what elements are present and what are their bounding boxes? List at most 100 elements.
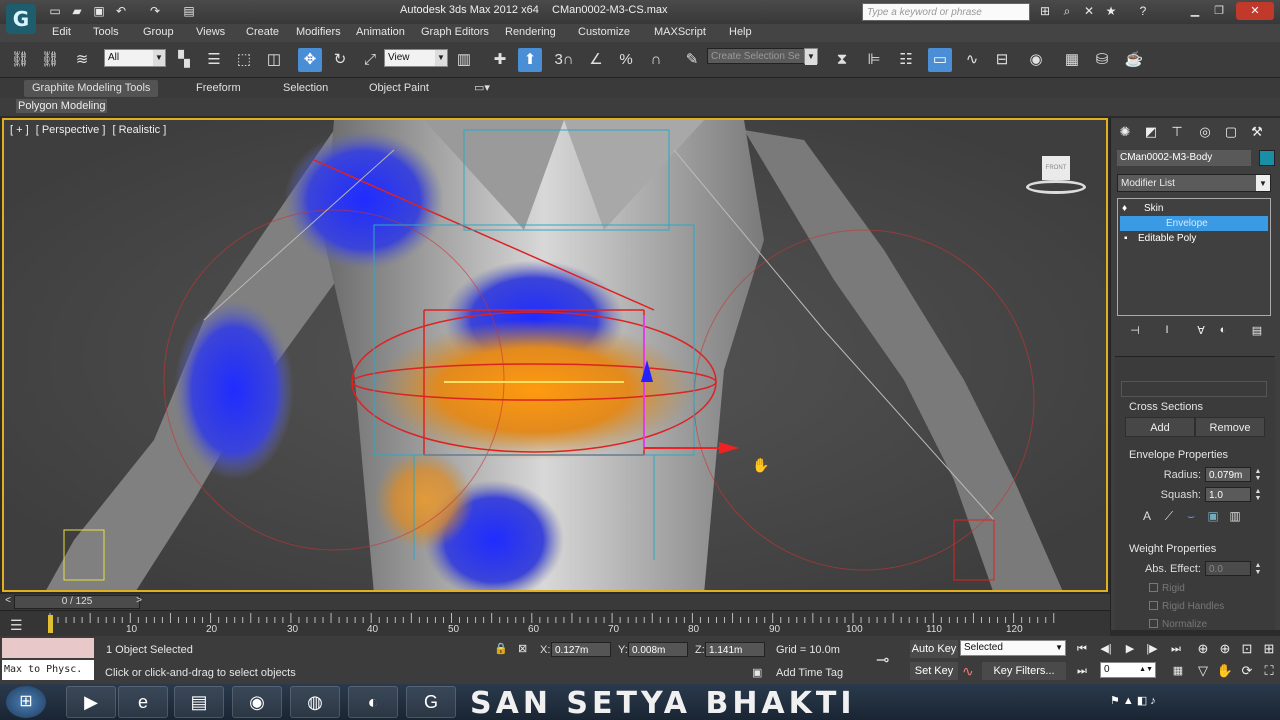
modifier-list-dropdown[interactable]: Modifier List ▼ <box>1117 174 1271 192</box>
remove-cross-section-button[interactable]: Remove <box>1195 417 1265 437</box>
open-file-icon[interactable]: ▰ <box>68 3 86 19</box>
scale-icon[interactable]: ⤢ <box>358 48 382 72</box>
zoom-extents-all-icon[interactable]: ⊞ <box>1260 640 1278 658</box>
falloff-icon[interactable]: ⌣ <box>1183 509 1199 525</box>
chat-app-icon[interactable]: ◐ <box>348 686 398 718</box>
3ds-max-taskbar-icon[interactable]: G <box>406 686 456 718</box>
select-by-name-icon[interactable]: ☰ <box>202 48 226 72</box>
radius-spinner[interactable]: 0.079m ▲ ▼ <box>1205 467 1261 482</box>
menu-edit[interactable]: Edit <box>52 26 71 38</box>
paste-envelope-icon[interactable]: ▥ <box>1227 509 1243 525</box>
default-tangent-icon[interactable]: ∿ <box>962 663 974 680</box>
current-frame-field[interactable]: 0 ▲▼ <box>1100 662 1156 678</box>
motion-tab-icon[interactable]: ◎ <box>1195 122 1215 142</box>
next-frame-button-icon[interactable]: |▶ <box>1142 640 1162 658</box>
maximize-viewport-icon[interactable]: ⛶ <box>1260 662 1278 680</box>
stack-item-skin[interactable]: ♦ Skin <box>1120 201 1268 216</box>
stack-item-envelope[interactable]: Envelope <box>1120 216 1268 231</box>
move-icon[interactable]: ✥ <box>298 48 322 72</box>
z-coordinate-field[interactable]: 1.141m <box>705 642 765 657</box>
hierarchy-tab-icon[interactable]: ⊤ <box>1167 122 1187 142</box>
add-cross-section-button[interactable]: Add <box>1125 417 1195 437</box>
layer-manager-icon[interactable]: ☷ <box>894 48 918 72</box>
angle-snap-icon[interactable]: ∠ <box>584 48 608 72</box>
pivot-center-icon[interactable]: ▥ <box>452 48 476 72</box>
menu-create[interactable]: Create <box>246 26 279 38</box>
spinner-arrows-icon[interactable]: ▲ ▼ <box>1252 562 1264 577</box>
menu-maxscript[interactable]: MAXScript <box>654 26 706 38</box>
redo-icon[interactable]: ↷ <box>146 3 164 19</box>
viewport-label[interactable]: [ + ] [ Perspective ] [ Realistic ] <box>10 124 170 136</box>
tab-object-paint[interactable]: Object Paint <box>361 80 437 97</box>
tab-freeform[interactable]: Freeform <box>188 80 249 97</box>
zoom-all-icon[interactable]: ⊕ <box>1216 640 1234 658</box>
restore-icon[interactable]: ❐ <box>1208 2 1230 20</box>
squash-spinner[interactable]: 1.0 ▲ ▼ <box>1205 487 1261 502</box>
select-object-icon[interactable]: ▚ <box>172 48 196 72</box>
start-button-icon[interactable]: ⊞ <box>6 686 46 718</box>
media-player-icon[interactable]: ▶ <box>66 686 116 718</box>
time-tag-icon[interactable]: ▣ <box>752 666 762 679</box>
file-explorer-icon[interactable]: ▤ <box>174 686 224 718</box>
absolute-mode-icon[interactable]: ⊠ <box>518 642 527 655</box>
key-icon[interactable]: ⊸ <box>876 650 889 670</box>
menu-modifiers[interactable]: Modifiers <box>296 26 341 38</box>
help-icon[interactable]: ? <box>1134 3 1152 19</box>
chrome-icon[interactable]: ◉ <box>232 686 282 718</box>
show-end-result-icon[interactable]: I <box>1159 324 1175 340</box>
previous-frame-icon[interactable]: ◀| <box>1096 640 1116 658</box>
tray-icons[interactable]: ⚑ ▲ ◧ ♪ <box>1110 694 1156 707</box>
polygon-modeling-panel[interactable]: Polygon Modeling <box>16 99 108 113</box>
object-color-swatch[interactable] <box>1259 150 1275 166</box>
next-frame-icon[interactable]: > <box>133 595 145 606</box>
viewport-pov[interactable]: [ Perspective ] <box>36 124 106 136</box>
modify-tab-icon[interactable]: ◩ <box>1141 122 1161 142</box>
go-to-end-icon[interactable]: ⏭ <box>1166 640 1186 658</box>
ref-coord-dropdown[interactable]: View ▼ <box>384 49 448 67</box>
viewport-shading[interactable]: [ Realistic ] <box>112 124 166 136</box>
subscription-icon[interactable]: ⌕ <box>1058 3 1076 19</box>
percent-snap-icon[interactable]: % <box>614 48 638 72</box>
link-icon[interactable]: ⛓ <box>8 48 32 72</box>
keyboard-shortcut-override-icon[interactable]: ⬆ <box>518 48 542 72</box>
lock-icon[interactable]: 🔒 <box>494 642 508 655</box>
menu-group[interactable]: Group <box>143 26 174 38</box>
set-key-button[interactable]: Set Key <box>910 662 958 680</box>
expand-icon[interactable]: ▪ <box>1124 231 1128 246</box>
menu-help[interactable]: Help <box>729 26 752 38</box>
align-icon[interactable]: ⊫ <box>862 48 886 72</box>
key-mode-dropdown[interactable]: Selected ▼ <box>960 640 1066 656</box>
save-file-icon[interactable]: ▣ <box>90 3 108 19</box>
rigid-handles-checkbox[interactable]: Rigid Handles <box>1149 601 1224 612</box>
spinner-snap-icon[interactable]: ∩ <box>644 48 668 72</box>
zoom-extents-icon[interactable]: ⊡ <box>1238 640 1256 658</box>
snap-toggle-icon[interactable]: 3∩ <box>552 48 576 72</box>
menu-customize[interactable]: Customize <box>578 26 630 38</box>
new-file-icon[interactable]: ▭ <box>46 3 64 19</box>
render-production-icon[interactable]: ☕ <box>1122 48 1146 72</box>
minimize-icon[interactable]: ▁ <box>1184 2 1206 20</box>
material-editor-icon[interactable]: ◉ <box>1024 48 1048 72</box>
object-name-field[interactable]: CMan0002-M3-Body <box>1117 150 1251 166</box>
abs-effect-spinner[interactable]: 0.0 ▲ ▼ <box>1205 561 1261 576</box>
named-selection-sets-input[interactable]: Create Selection Se <box>707 48 817 64</box>
rendered-frame-icon[interactable]: ⛁ <box>1090 48 1114 72</box>
copy-envelope-icon[interactable]: ▣ <box>1205 509 1221 525</box>
perspective-viewport[interactable]: ✋ [ + ] [ Perspective ] [ Realistic ] FR… <box>2 118 1108 592</box>
make-unique-icon[interactable]: ∀ <box>1193 324 1209 340</box>
rollout-field[interactable] <box>1121 381 1267 397</box>
play-icon[interactable]: ▶ <box>1120 640 1140 658</box>
prev-frame-icon[interactable]: < <box>2 595 14 606</box>
auto-key-button[interactable]: Auto Key <box>910 640 958 658</box>
absolute-icon[interactable]: A <box>1139 509 1155 525</box>
unlink-icon[interactable]: ⛓ <box>38 48 62 72</box>
track-bar[interactable]: ☰ 10 20 30 40 50 60 70 80 90 100 110 120 <box>0 610 1110 636</box>
undo-icon[interactable]: ↶ <box>112 3 130 19</box>
schematic-view-icon[interactable]: ⊟ <box>990 48 1014 72</box>
key-mode-toggle-icon[interactable]: ⏭ <box>1072 662 1092 680</box>
zoom-icon[interactable]: ⊕ <box>1194 640 1212 658</box>
rigid-checkbox[interactable]: Rigid <box>1149 583 1185 594</box>
search-input[interactable]: Type a keyword or phrase <box>862 3 1030 21</box>
spinner-arrows-icon[interactable]: ▲ ▼ <box>1252 468 1264 483</box>
menu-views[interactable]: Views <box>196 26 225 38</box>
